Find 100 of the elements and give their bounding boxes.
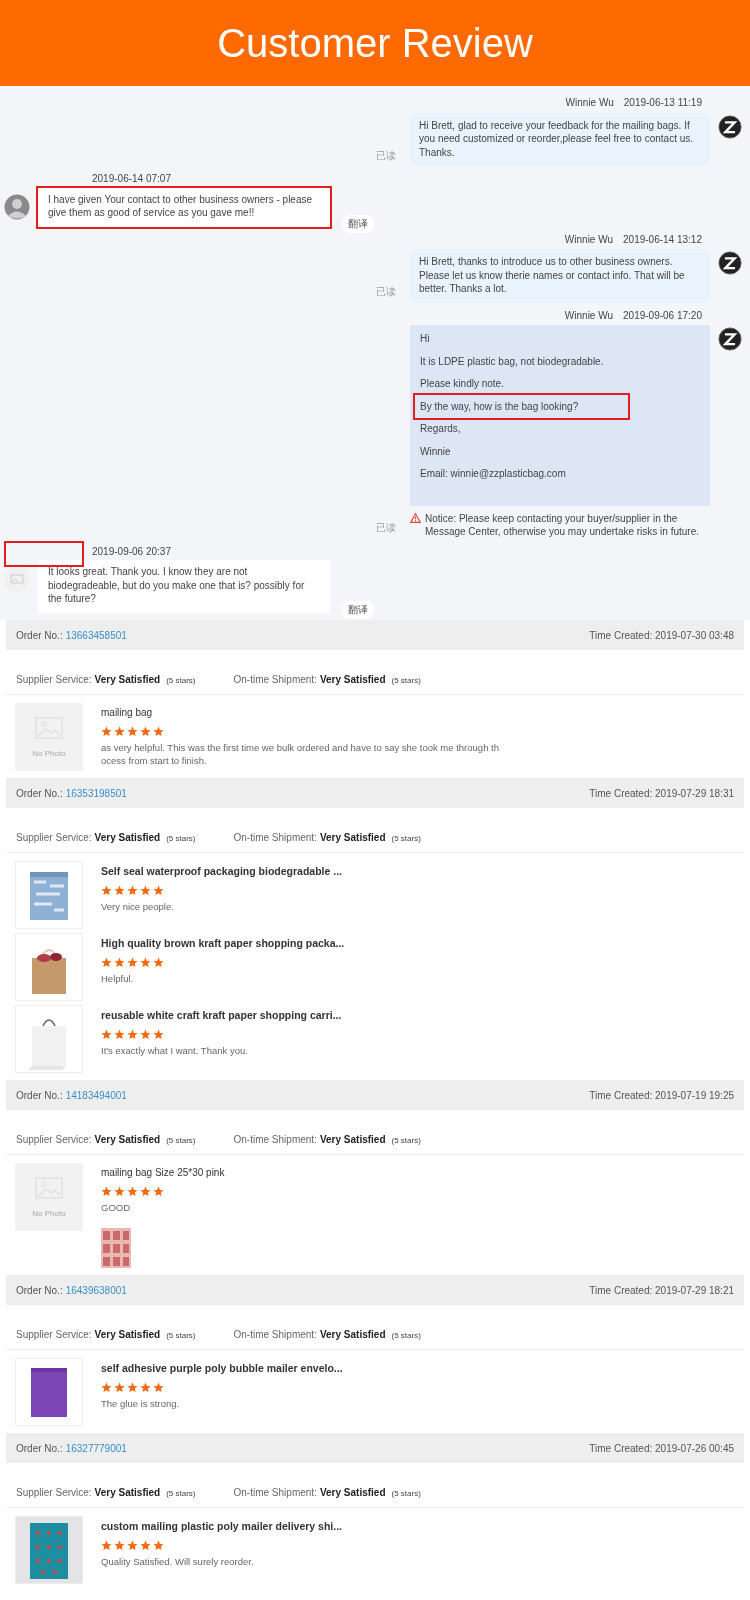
star-icon bbox=[153, 885, 164, 896]
star-icon bbox=[101, 957, 112, 968]
rating-label: Supplier Service: bbox=[16, 1329, 92, 1340]
order-number-link[interactable]: 13663458501 bbox=[65, 629, 127, 641]
star-icon bbox=[114, 1540, 125, 1551]
message-text: Hi Brett, thanks to introduce us to other business owners. Please let us know therie names or contact info. That will be better. Thanks a lot. bbox=[419, 255, 686, 296]
star-icon bbox=[153, 726, 164, 737]
sender-name: Winnie Wu bbox=[564, 232, 614, 246]
star-icon bbox=[127, 1540, 138, 1551]
order-number-link[interactable]: 16439638001 bbox=[65, 1284, 127, 1296]
star-icon bbox=[153, 1382, 164, 1393]
star-icon bbox=[127, 1382, 138, 1393]
product-title: mailing bag Size 25*30 pink bbox=[101, 1167, 225, 1178]
star-icon bbox=[101, 1540, 112, 1551]
rating-stars-text: (5 stars) bbox=[391, 1331, 421, 1340]
message-time: 2019-06-13 11:19 bbox=[623, 96, 702, 110]
star-icon bbox=[140, 726, 151, 737]
notice-text: Notice: Please keep contacting your buyer/supplier in the Message Center, otherwise you may undertake risks in future. bbox=[425, 511, 701, 539]
read-status: 已读 bbox=[376, 285, 396, 299]
translate-button[interactable]: 翻译 bbox=[342, 214, 374, 233]
message-text: By the way, how is the bag looking? bbox=[413, 392, 631, 420]
star-icon bbox=[101, 1029, 112, 1040]
star-icon bbox=[101, 1382, 112, 1393]
rating-stars-text: (5 stars) bbox=[166, 834, 196, 843]
star-icon bbox=[114, 885, 125, 896]
message-text: Winnie bbox=[420, 444, 452, 458]
sender-name: Winnie Wu bbox=[565, 96, 614, 110]
rating-value: Very Satisfied bbox=[319, 674, 386, 685]
product-title: reusable white craft kraft paper shopping carri... bbox=[101, 1009, 342, 1021]
review-text: GOOD bbox=[101, 1201, 132, 1214]
sender-name: Winnie Wu bbox=[564, 308, 614, 322]
read-status: 已读 bbox=[376, 521, 396, 535]
order-label: Order No.: bbox=[16, 1284, 63, 1296]
star-icon bbox=[127, 726, 138, 737]
avatar-icon bbox=[4, 566, 30, 592]
star-icon bbox=[101, 885, 112, 896]
order-label: Order No.: bbox=[16, 629, 63, 641]
message-text: I have given Your contact to other business owners - please give them as good of service as you gave me!! bbox=[48, 192, 314, 220]
star-icon bbox=[114, 1029, 125, 1040]
star-icon bbox=[140, 1029, 151, 1040]
order-number-link[interactable]: 14183494001 bbox=[65, 1089, 127, 1101]
time-created: Time Created: 2019-07-26 00:45 bbox=[589, 1442, 734, 1454]
message-time: 2019-06-14 07:07 bbox=[92, 173, 171, 184]
avatar-icon bbox=[4, 193, 30, 220]
rating-value: Very Satisfied bbox=[319, 1329, 386, 1340]
star-icon bbox=[127, 885, 138, 896]
star-icon bbox=[101, 726, 112, 737]
star-icon bbox=[140, 957, 151, 968]
logo-icon bbox=[718, 327, 742, 351]
star-icon bbox=[140, 1382, 151, 1393]
star-icon bbox=[127, 1186, 138, 1197]
rating-value: Very Satisfied bbox=[319, 832, 386, 843]
star-icon bbox=[127, 957, 138, 968]
order-label: Order No.: bbox=[16, 1442, 63, 1454]
review-text: It's exactly what I want. Thank you. bbox=[101, 1044, 249, 1057]
review-text: Helpful. bbox=[101, 972, 135, 985]
review-text: as very helpful. This was the first time we bulk ordered and have to say she took me through th ocess from start to finish. bbox=[101, 741, 499, 767]
rating-stars-text: (5 stars) bbox=[166, 1331, 196, 1340]
star-icon bbox=[114, 1186, 125, 1197]
star-icon bbox=[153, 957, 164, 968]
rating-label: On-time Shipment: bbox=[233, 674, 317, 685]
rating-value: Very Satisfied bbox=[319, 1134, 386, 1145]
message-text: Regards, bbox=[420, 422, 462, 436]
star-icon bbox=[127, 1029, 138, 1040]
rating-stars-text: (5 stars) bbox=[166, 676, 196, 685]
star-icon bbox=[140, 1186, 151, 1197]
rating-value: Very Satisfied bbox=[94, 1134, 161, 1145]
order-number-link[interactable]: 16353198501 bbox=[65, 787, 127, 799]
review-text: Quality Satisfied. Will surely reorder. bbox=[101, 1555, 255, 1568]
rating-label: On-time Shipment: bbox=[233, 832, 317, 843]
message-text: Please kindly note. bbox=[420, 377, 505, 391]
star-icon bbox=[153, 1540, 164, 1551]
message-time: 2019-06-14 13:12 bbox=[623, 232, 702, 246]
rating-label: Supplier Service: bbox=[16, 674, 92, 685]
rating-label: On-time Shipment: bbox=[233, 1134, 317, 1145]
rating-stars-text: (5 stars) bbox=[166, 1136, 196, 1145]
review-text: Very nice people. bbox=[101, 900, 175, 913]
rating-label: On-time Shipment: bbox=[233, 1329, 317, 1340]
rating-value: Very Satisfied bbox=[319, 1487, 386, 1498]
order-label: Order No.: bbox=[16, 787, 63, 799]
message-text: Hi Brett, glad to receive your feedback for the mailing bags. If you need customized or reorder,please feel free to contact us. Thanks. bbox=[419, 118, 695, 159]
message-text: It looks great. Thank you. I know they are not biodegradeable, but do you make one that is? possibly for the future? bbox=[48, 565, 306, 606]
logo-icon bbox=[718, 251, 742, 275]
message-time: 2019-09-06 17:20 bbox=[623, 308, 702, 322]
review-text: The glue is strong. bbox=[101, 1397, 181, 1410]
rating-label: On-time Shipment: bbox=[233, 1487, 317, 1498]
message-text: Hi bbox=[420, 332, 431, 346]
time-created: Time Created: 2019-07-30 03:48 bbox=[589, 629, 734, 641]
rating-stars-text: (5 stars) bbox=[166, 1489, 196, 1498]
star-icon bbox=[153, 1186, 164, 1197]
star-icon bbox=[140, 885, 151, 896]
product-title: custom mailing plastic poly mailer delivery shi... bbox=[101, 1520, 342, 1532]
message-text: Email: winnie@zzplasticbag.com bbox=[420, 467, 567, 481]
page-title: Customer Review bbox=[217, 20, 533, 66]
rating-label: Supplier Service: bbox=[16, 1134, 92, 1145]
order-number-link[interactable]: 16327779001 bbox=[65, 1442, 127, 1454]
translate-button[interactable]: 翻译 bbox=[342, 600, 374, 619]
time-created: Time Created: 2019-07-29 18:21 bbox=[589, 1284, 734, 1296]
warning-icon bbox=[410, 512, 421, 523]
rating-stars-text: (5 stars) bbox=[391, 834, 421, 843]
